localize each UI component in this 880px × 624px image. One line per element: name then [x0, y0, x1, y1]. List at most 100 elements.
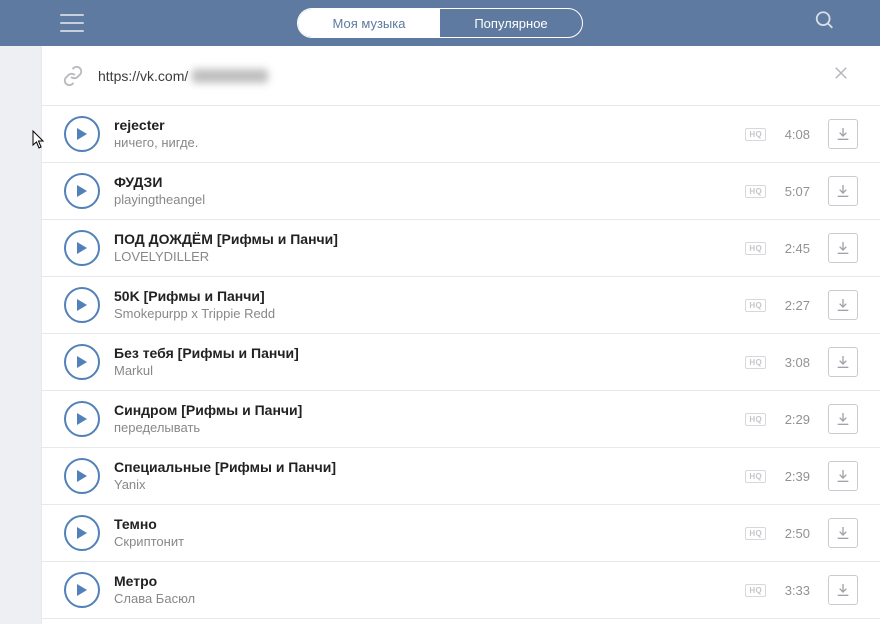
track-artist: Markul	[114, 363, 745, 379]
link-icon	[62, 65, 84, 87]
hq-badge: HQ	[745, 185, 766, 198]
download-icon	[835, 297, 851, 313]
track-row: ФУДЗИplayingtheangelHQ 5:07	[42, 163, 880, 220]
track-title: Без тебя [Рифмы и Панчи]	[114, 345, 745, 363]
track-artist: Smokepurpp x Trippie Redd	[114, 306, 745, 322]
download-button[interactable]	[828, 404, 858, 434]
track-title: Синдром [Рифмы и Панчи]	[114, 402, 745, 420]
download-button[interactable]	[828, 290, 858, 320]
hq-badge: HQ	[745, 527, 766, 540]
download-icon	[835, 183, 851, 199]
download-icon	[835, 582, 851, 598]
play-button[interactable]	[64, 458, 100, 494]
play-button[interactable]	[64, 173, 100, 209]
track-row: МетроСлава БасюлHQ 3:33	[42, 562, 880, 619]
track-row: ПОД ДОЖДЁМ [Рифмы и Панчи]LOVELYDILLERHQ…	[42, 220, 880, 277]
content-card: https://vk.com/ rejecterничего, нигде.HQ…	[41, 46, 880, 624]
track-title: ПОД ДОЖДЁМ [Рифмы и Панчи]	[114, 231, 745, 249]
track-list: rejecterничего, нигде.HQ4:08ФУДЗИplaying…	[42, 106, 880, 619]
track-row: rejecterничего, нигде.HQ 4:08	[42, 106, 880, 163]
hq-badge: HQ	[745, 356, 766, 369]
menu-icon[interactable]	[60, 14, 84, 32]
play-button[interactable]	[64, 287, 100, 323]
play-icon	[76, 469, 88, 483]
track-meta: МетроСлава Басюл	[114, 573, 745, 608]
url-row: https://vk.com/	[42, 46, 880, 106]
track-meta: Специальные [Рифмы и Панчи]Yanix	[114, 459, 745, 494]
track-row: 50K [Рифмы и Панчи]Smokepurpp x Trippie …	[42, 277, 880, 334]
track-title: ФУДЗИ	[114, 174, 745, 192]
track-meta: Синдром [Рифмы и Панчи]переделывать	[114, 402, 745, 437]
topbar: Моя музыка Популярное	[0, 0, 880, 46]
search-button[interactable]	[814, 10, 836, 37]
download-button[interactable]	[828, 518, 858, 548]
close-icon	[832, 64, 850, 82]
download-icon	[835, 240, 851, 256]
track-row: Специальные [Рифмы и Панчи]YanixHQ 2:39	[42, 448, 880, 505]
track-artist: ничего, нигде.	[114, 135, 745, 151]
track-duration: 5:07	[776, 184, 810, 199]
tabs: Моя музыка Популярное	[297, 8, 583, 38]
download-icon	[835, 126, 851, 142]
download-button[interactable]	[828, 233, 858, 263]
play-button[interactable]	[64, 116, 100, 152]
track-duration: 2:45	[776, 241, 810, 256]
play-button[interactable]	[64, 515, 100, 551]
track-artist: Слава Басюл	[114, 591, 745, 607]
tab-my-music[interactable]: Моя музыка	[298, 9, 440, 37]
play-icon	[76, 184, 88, 198]
track-row: Без тебя [Рифмы и Панчи]MarkulHQ 3:08	[42, 334, 880, 391]
track-meta: ФУДЗИplayingtheangel	[114, 174, 745, 209]
track-duration: 2:29	[776, 412, 810, 427]
play-button[interactable]	[64, 572, 100, 608]
track-duration: 2:27	[776, 298, 810, 313]
track-artist: Скриптонит	[114, 534, 745, 550]
download-icon	[835, 468, 851, 484]
download-icon	[835, 354, 851, 370]
play-button[interactable]	[64, 230, 100, 266]
track-meta: rejecterничего, нигде.	[114, 117, 745, 152]
download-button[interactable]	[828, 119, 858, 149]
track-duration: 4:08	[776, 127, 810, 142]
tab-popular[interactable]: Популярное	[440, 9, 582, 37]
hq-badge: HQ	[745, 584, 766, 597]
hq-badge: HQ	[745, 242, 766, 255]
hq-badge: HQ	[745, 470, 766, 483]
download-button[interactable]	[828, 461, 858, 491]
track-title: rejecter	[114, 117, 745, 135]
track-artist: playingtheangel	[114, 192, 745, 208]
url-input[interactable]: https://vk.com/	[98, 68, 268, 84]
download-button[interactable]	[828, 575, 858, 605]
play-icon	[76, 526, 88, 540]
play-icon	[76, 412, 88, 426]
track-artist: LOVELYDILLER	[114, 249, 745, 265]
track-row: Синдром [Рифмы и Панчи]переделыватьHQ2:2…	[42, 391, 880, 448]
track-title: Специальные [Рифмы и Панчи]	[114, 459, 745, 477]
play-button[interactable]	[64, 344, 100, 380]
track-artist: Yanix	[114, 477, 745, 493]
play-button[interactable]	[64, 401, 100, 437]
url-blurred-part	[192, 69, 268, 83]
track-artist: переделывать	[114, 420, 745, 436]
download-button[interactable]	[828, 347, 858, 377]
play-icon	[76, 355, 88, 369]
track-meta: 50K [Рифмы и Панчи]Smokepurpp x Trippie …	[114, 288, 745, 323]
track-duration: 2:50	[776, 526, 810, 541]
track-duration: 3:33	[776, 583, 810, 598]
track-duration: 2:39	[776, 469, 810, 484]
hq-badge: HQ	[745, 299, 766, 312]
play-icon	[76, 298, 88, 312]
track-meta: ПОД ДОЖДЁМ [Рифмы и Панчи]LOVELYDILLER	[114, 231, 745, 266]
track-row: ТемноСкриптонитHQ 2:50	[42, 505, 880, 562]
play-icon	[76, 127, 88, 141]
download-icon	[835, 411, 851, 427]
track-title: 50K [Рифмы и Панчи]	[114, 288, 745, 306]
url-prefix: https://vk.com/	[98, 68, 188, 84]
search-icon	[814, 10, 836, 32]
track-meta: Без тебя [Рифмы и Панчи]Markul	[114, 345, 745, 380]
download-button[interactable]	[828, 176, 858, 206]
clear-button[interactable]	[832, 64, 850, 87]
track-duration: 3:08	[776, 355, 810, 370]
track-title: Темно	[114, 516, 745, 534]
hq-badge: HQ	[745, 128, 766, 141]
